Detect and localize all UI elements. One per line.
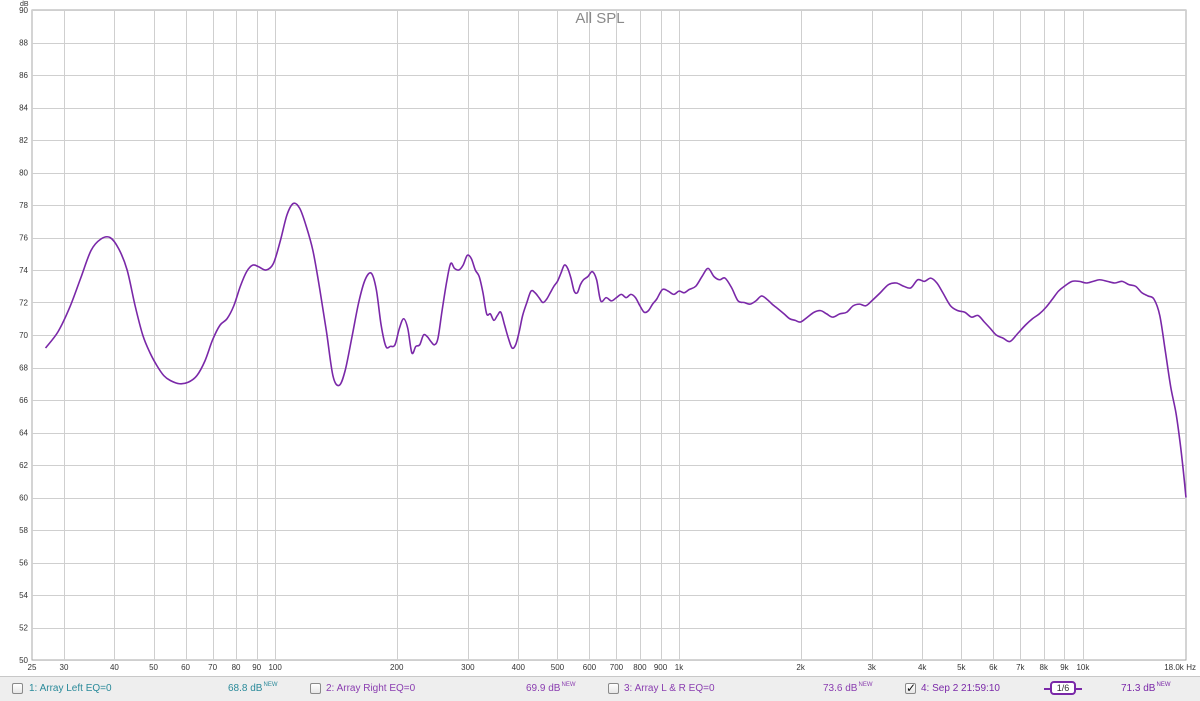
smoothing-line-right — [1076, 688, 1082, 690]
y-tick-label: 58 — [19, 526, 28, 535]
x-tick-label: 200 — [390, 663, 404, 672]
legend-badge-2: NEW — [561, 682, 576, 688]
x-tick-labels: 25 30 40 50 60 70 80 90 100 200 300 400 500 600 700 800… — [28, 663, 1185, 672]
y-tick-label: 74 — [19, 266, 28, 275]
legend-value-1: 68.8 dBNEW — [228, 682, 278, 694]
legend-checkbox-1[interactable] — [12, 683, 23, 694]
x-tick-label: 7k — [1016, 663, 1025, 672]
y-tick-label: 54 — [19, 591, 28, 600]
legend-badge-1: NEW — [263, 682, 278, 688]
x-tick-label: 500 — [551, 663, 565, 672]
legend-value-3: 73.6 dBNEW — [823, 682, 873, 694]
x-tick-label: 30 — [60, 663, 69, 672]
y-tick-label: 72 — [19, 299, 28, 308]
x-tick-label: 18.0k — [1164, 663, 1185, 672]
y-tick-label: 64 — [19, 429, 28, 438]
y-tick-label: 52 — [19, 624, 28, 633]
smoothing-box[interactable]: 1/6 — [1050, 681, 1076, 695]
x-tick-label: 8k — [1040, 663, 1049, 672]
y-tick-label: 78 — [19, 201, 28, 210]
smoothing-numerator: 1 — [1056, 683, 1062, 693]
y-tick-label: 80 — [19, 169, 28, 178]
y-tick-label: 82 — [19, 136, 28, 145]
smoothing-denominator: 6 — [1064, 683, 1070, 693]
y-axis-unit: dB — [20, 1, 29, 8]
x-tick-label: 6k — [989, 663, 998, 672]
x-tick-label: 400 — [512, 663, 526, 672]
legend-value-text-4: 71.3 dB — [1121, 683, 1156, 694]
legend-checkbox-3[interactable] — [608, 683, 619, 694]
y-tick-label: 50 — [19, 656, 28, 665]
smoothing-control[interactable]: 1/6 — [1044, 680, 1084, 697]
x-tick-label: 4k — [918, 663, 927, 672]
y-tick-label: 76 — [19, 234, 28, 243]
legend-label-2[interactable]: 2: Array Right EQ=0 — [326, 683, 415, 694]
legend-value-text-2: 69.9 dB — [526, 683, 561, 694]
x-axis-unit: Hz — [1186, 663, 1196, 672]
legend-bar: 1: Array Left EQ=0 68.8 dBNEW 2: Array R… — [0, 676, 1200, 701]
y-tick-label: 56 — [19, 559, 28, 568]
x-tick-label: 100 — [268, 663, 282, 672]
y-tick-label: 86 — [19, 71, 28, 80]
x-tick-label: 25 — [28, 663, 37, 672]
legend-label-4[interactable]: 4: Sep 2 21:59:10 — [921, 683, 1000, 694]
chart-title: All SPL — [575, 10, 624, 27]
y-tick-label: 66 — [19, 396, 28, 405]
legend-badge-4: NEW — [1156, 682, 1171, 688]
legend-label-3[interactable]: 3: Array L & R EQ=0 — [624, 683, 715, 694]
x-tick-label: 40 — [110, 663, 119, 672]
spl-chart: 25 30 40 50 60 70 80 90 100 200 300 400 500 600 700 800… — [19, 1, 1196, 672]
y-tick-label: 84 — [19, 104, 28, 113]
x-tick-label: 80 — [232, 663, 241, 672]
checkmark-icon: ✓ — [906, 681, 917, 695]
legend-checkbox-4[interactable]: ✓ — [905, 681, 917, 695]
legend-badge-3: NEW — [858, 682, 873, 688]
y-tick-label: 88 — [19, 39, 28, 48]
x-tick-label: 9k — [1060, 663, 1069, 672]
y-tick-label: 70 — [19, 331, 28, 340]
y-tick-label: 62 — [19, 461, 28, 470]
x-tick-label: 10k — [1076, 663, 1090, 672]
legend-label-1[interactable]: 1: Array Left EQ=0 — [29, 683, 112, 694]
x-tick-label: 700 — [610, 663, 624, 672]
y-tick-labels: 50 52 54 56 58 60 62 64 66 68 70 72 74 76 78 80 82 84 86 88… — [19, 6, 28, 665]
y-tick-label: 68 — [19, 364, 28, 373]
legend-value-2: 69.9 dBNEW — [526, 682, 576, 694]
grid — [31, 9, 1187, 661]
y-tick-label: 60 — [19, 494, 28, 503]
x-tick-label: 50 — [149, 663, 158, 672]
x-tick-label: 900 — [654, 663, 668, 672]
x-tick-label: 2k — [796, 663, 805, 672]
legend-value-4: 71.3 dBNEW — [1121, 682, 1171, 694]
x-tick-label: 90 — [252, 663, 261, 672]
x-tick-label: 800 — [633, 663, 647, 672]
x-tick-label: 60 — [181, 663, 190, 672]
legend-value-text-1: 68.8 dB — [228, 683, 263, 694]
legend-value-text-3: 73.6 dB — [823, 683, 858, 694]
series-lines — [44, 202, 1187, 498]
x-tick-label: 70 — [208, 663, 217, 672]
x-tick-label: 1k — [675, 663, 684, 672]
series-line-4 — [44, 202, 1187, 498]
legend-checkbox-2[interactable] — [310, 683, 321, 694]
x-tick-label: 5k — [957, 663, 966, 672]
x-tick-label: 600 — [583, 663, 597, 672]
x-tick-label: 300 — [461, 663, 475, 672]
x-tick-label: 3k — [867, 663, 876, 672]
